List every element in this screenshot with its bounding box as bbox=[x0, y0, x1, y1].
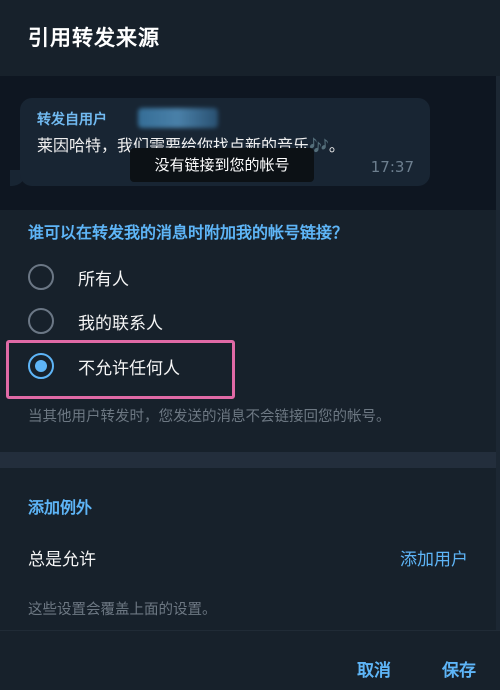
exceptions-title: 添加例外 bbox=[28, 498, 93, 517]
option-label: 所有人 bbox=[78, 269, 129, 290]
dialog-title: 引用转发来源 bbox=[28, 26, 160, 50]
option-label: 我的联系人 bbox=[78, 313, 163, 334]
save-button[interactable]: 保存 bbox=[442, 656, 476, 681]
message-time: 17:37 bbox=[370, 158, 414, 176]
privacy-hint: 当其他用户转发时，您发送的消息不会链接回您的帐号。 bbox=[28, 409, 391, 425]
privacy-question: 谁可以在转发我的消息时附加我的帐号链接？ bbox=[28, 223, 349, 242]
footer-divider bbox=[0, 630, 500, 631]
message-preview: 转发自用户 莱因哈特，我们需要给你找点新的音乐🎶。 17:37 bbox=[0, 76, 500, 210]
exceptions-hint: 这些设置会覆盖上面的设置。 bbox=[28, 602, 217, 618]
scrollbar[interactable] bbox=[496, 76, 500, 630]
privacy-forwards-dialog: 引用转发来源 转发自用户 莱因哈特，我们需要给你找点新的音乐🎶。 17:37 没… bbox=[0, 0, 500, 690]
option-my-contacts[interactable]: 我的联系人 bbox=[28, 304, 468, 338]
section-divider bbox=[0, 452, 500, 468]
not-linked-tooltip: 没有链接到您的帐号 bbox=[130, 148, 314, 182]
blurred-username bbox=[138, 108, 218, 128]
radio-button[interactable] bbox=[28, 264, 54, 290]
forwarded-from-label: 转发自用户 bbox=[37, 112, 107, 128]
option-everybody[interactable]: 所有人 bbox=[28, 260, 468, 294]
radio-button[interactable] bbox=[28, 308, 54, 334]
cancel-button[interactable]: 取消 bbox=[357, 656, 391, 681]
always-allow-label: 总是允许 bbox=[28, 550, 96, 570]
add-users-button[interactable]: 添加用户 bbox=[400, 545, 468, 570]
highlight-annotation bbox=[6, 340, 235, 399]
